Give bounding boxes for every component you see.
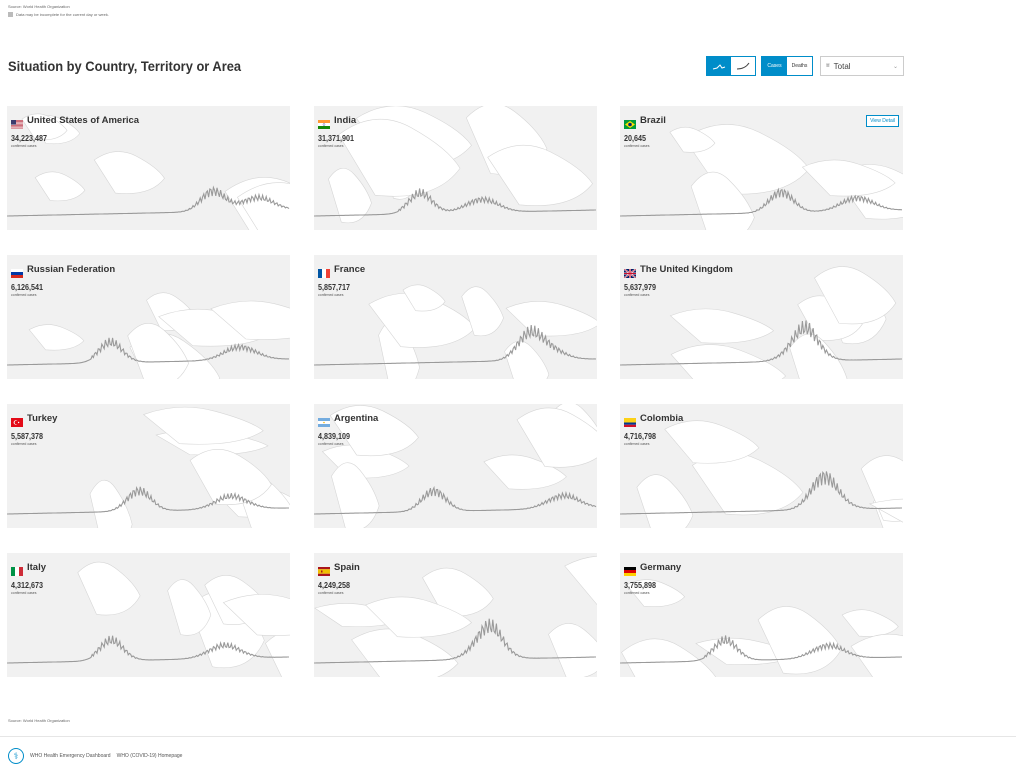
total-select[interactable]: ⩸ Total ⌄ [820, 56, 904, 76]
country-card[interactable]: India 31,371,901 confirmed cases [314, 106, 597, 230]
card-header: Argentina [318, 413, 379, 427]
country-card[interactable]: Colombia 4,716,798 confirmed cases [620, 404, 903, 528]
case-count: 31,371,901 [318, 134, 355, 143]
country-card[interactable]: Germany 3,755,898 confirmed cases [620, 553, 903, 677]
flag-icon [11, 265, 23, 278]
card-header: Turkey [11, 413, 58, 427]
card-header: Colombia [624, 413, 684, 427]
card-header: United States of America [11, 115, 140, 129]
case-count: 4,716,798 [624, 432, 657, 441]
flag-icon [623, 265, 637, 279]
country-name: Spain [334, 562, 360, 573]
country-name: The United Kingdom [640, 264, 733, 275]
map-background [7, 561, 290, 677]
country-card[interactable]: Italy 4,312,673 confirmed cases [7, 553, 290, 677]
bottom-source: Source: World Health Organization [8, 718, 70, 723]
country-card[interactable]: Turkey 5,587,378 confirmed cases [7, 404, 290, 528]
case-count: 5,637,979 [624, 283, 657, 292]
card-header: Russian Federation [11, 264, 116, 278]
case-count: 4,312,673 [11, 581, 44, 590]
case-count-label: confirmed cases [318, 591, 344, 595]
flag-icon [624, 414, 636, 427]
country-card[interactable]: Russian Federation 6,126,541 confirmed c… [7, 255, 290, 379]
note-swatch [8, 12, 13, 17]
case-count-label: confirmed cases [11, 591, 37, 595]
case-count-label: confirmed cases [318, 442, 344, 446]
case-count: 5,857,717 [318, 283, 351, 292]
page-title: Situation by Country, Territory or Area [8, 58, 242, 74]
chart-mode-toggle [706, 56, 756, 76]
country-name: India [334, 115, 357, 126]
map-background [314, 106, 596, 224]
case-count: 4,249,258 [318, 581, 351, 590]
case-count-label: confirmed cases [11, 293, 37, 297]
top-source: Source: World Health Organization [8, 4, 70, 9]
case-count-label: confirmed cases [318, 293, 344, 297]
country-name: Argentina [334, 413, 379, 424]
footer: ⚕ WHO Health Emergency Dashboard WHO (CO… [8, 748, 182, 764]
case-count: 20,645 [624, 134, 647, 143]
flag-icon [11, 414, 23, 427]
country-name: Russian Federation [27, 264, 116, 275]
country-name: France [334, 264, 366, 275]
case-count-label: confirmed cases [624, 591, 650, 595]
card-header: Spain [318, 562, 360, 576]
cumulative-curve-button[interactable] [731, 57, 755, 75]
tab-cases[interactable]: Cases [762, 57, 787, 75]
country-card[interactable]: France 5,857,717 confirmed cases [314, 255, 597, 379]
view-detail-button[interactable]: View Detail [866, 115, 899, 127]
case-count: 5,587,378 [11, 432, 44, 441]
case-count: 34,223,487 [11, 134, 48, 143]
case-count: 4,839,109 [318, 432, 351, 441]
daily-bars-icon [712, 64, 726, 70]
flag-icon [318, 563, 330, 576]
country-card[interactable]: The United Kingdom 5,637,979 confirmed c… [620, 255, 903, 379]
tab-deaths[interactable]: Deaths [787, 57, 812, 75]
card-header: India [318, 115, 357, 129]
data-note: Data may be incomplete for the current d… [8, 12, 109, 17]
case-count-label: confirmed cases [624, 442, 650, 446]
country-card[interactable]: Argentina 4,839,109 confirmed cases [314, 404, 597, 528]
chart-controls: Cases Deaths ⩸ Total ⌄ [706, 56, 904, 76]
country-name: United States of America [27, 115, 140, 126]
case-count-label: confirmed cases [624, 293, 650, 297]
case-count: 3,755,898 [624, 581, 657, 590]
case-count: 6,126,541 [11, 283, 44, 292]
card-header: The United Kingdom [623, 264, 733, 279]
footer-divider [0, 736, 1016, 737]
footer-link-dashboard[interactable]: WHO Health Emergency Dashboard [30, 753, 111, 759]
country-name: Turkey [27, 413, 58, 424]
metric-toggle: Cases Deaths [761, 56, 813, 76]
cumulative-curve-icon [736, 62, 750, 70]
card-header: Italy [11, 562, 47, 576]
note-text: Data may be incomplete for the current d… [16, 12, 109, 17]
card-header: Brazil [624, 115, 666, 129]
filter-icon: ⩸ [826, 62, 830, 69]
case-count-label: confirmed cases [624, 144, 650, 148]
card-header: France [318, 264, 366, 278]
case-count-label: confirmed cases [11, 144, 37, 148]
card-header: Germany [624, 562, 682, 576]
who-logo-icon: ⚕ [8, 748, 24, 764]
country-card[interactable]: United States of America 34,223,487 conf… [7, 106, 290, 230]
flag-icon [624, 563, 636, 576]
case-count-label: confirmed cases [318, 144, 344, 148]
flag-icon [318, 116, 330, 129]
country-name: Germany [640, 562, 682, 573]
flag-icon [318, 265, 330, 278]
flag-icon [318, 414, 330, 427]
case-count-label: confirmed cases [11, 442, 37, 446]
daily-bars-button[interactable] [707, 57, 731, 75]
country-card[interactable]: Brazil 20,645 confirmed cases View Detai… [620, 106, 903, 230]
country-name: Brazil [640, 115, 666, 126]
select-value: Total [833, 61, 851, 71]
footer-link-homepage[interactable]: WHO (COVID-19) Homepage [117, 753, 183, 759]
country-card[interactable]: Spain 4,249,258 confirmed cases [314, 553, 597, 677]
flag-icon [11, 563, 23, 576]
chevron-down-icon: ⌄ [892, 63, 898, 70]
country-name: Colombia [640, 413, 684, 424]
flag-icon [624, 116, 636, 129]
flag-icon [11, 116, 23, 129]
country-name: Italy [27, 562, 47, 573]
